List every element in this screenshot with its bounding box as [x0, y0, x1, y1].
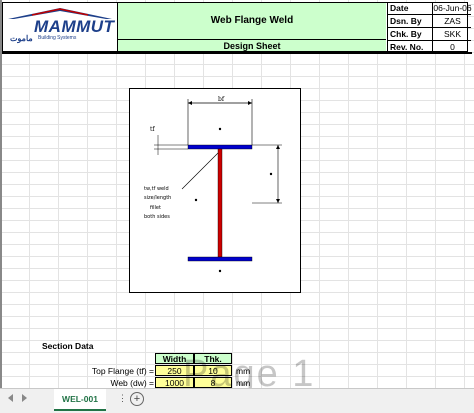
- logo-text: MAMMUT: [34, 17, 115, 36]
- meta-label: Chk. By: [390, 29, 422, 39]
- svg-text:both sides: both sides: [144, 214, 170, 220]
- scroll-right-icon[interactable]: [22, 394, 27, 402]
- sheet-title[interactable]: Web Flange Weld: [118, 2, 386, 40]
- sheet-tab-wel-001[interactable]: WEL-001: [54, 389, 106, 411]
- sheet-tab-bar: WEL-001 ⋮ +: [0, 388, 474, 413]
- meta-row-date[interactable]: Date 06-Jun-06: [388, 2, 472, 15]
- section-data-label: Section Data: [42, 341, 94, 351]
- header-separator: [2, 52, 472, 54]
- sheet-left-border: [0, 0, 2, 388]
- meta-label: Date: [390, 3, 409, 13]
- scroll-left-icon[interactable]: [8, 394, 13, 402]
- svg-text:fillet: fillet: [150, 205, 161, 211]
- logo-cell: MAMMUT ماموت Building Systems: [2, 2, 118, 52]
- svg-text:tf: tf: [150, 126, 155, 133]
- row-label-web: Web (dw) =: [110, 378, 154, 388]
- meta-table: Date 06-Jun-06 Dsn. By ZAS Chk. By SKK R…: [387, 2, 472, 53]
- logo-arabic: ماموت: [10, 34, 33, 43]
- sheet-subtitle[interactable]: Design Sheet: [118, 40, 386, 52]
- meta-row-designer[interactable]: Dsn. By ZAS: [388, 15, 471, 28]
- meta-value[interactable]: ZAS: [432, 15, 472, 27]
- meta-label: Dsn. By: [390, 16, 422, 26]
- svg-text:size/length: size/length: [144, 195, 171, 201]
- i-section-drawing[interactable]: bf tf tw,tf weld size/length fillet both…: [129, 88, 301, 293]
- header-block: MAMMUT ماموت Building Systems Web Flange…: [2, 2, 472, 53]
- svg-text:bf: bf: [218, 96, 225, 103]
- add-sheet-icon[interactable]: +: [130, 392, 144, 406]
- svg-text:tw,tf weld: tw,tf weld: [144, 186, 169, 192]
- logo-subtext: Building Systems: [38, 35, 77, 41]
- meta-value[interactable]: 06-Jun-06: [432, 2, 472, 14]
- meta-value[interactable]: SKK: [432, 28, 472, 40]
- meta-row-checker[interactable]: Chk. By SKK: [388, 28, 471, 41]
- meta-row-revision[interactable]: Rev. No. 0: [388, 41, 471, 53]
- i-section-svg: bf tf tw,tf weld size/length fillet both…: [144, 96, 282, 273]
- more-tabs-icon[interactable]: ⋮: [118, 393, 127, 404]
- row-label-top-flange: Top Flange (tf) =: [91, 366, 154, 376]
